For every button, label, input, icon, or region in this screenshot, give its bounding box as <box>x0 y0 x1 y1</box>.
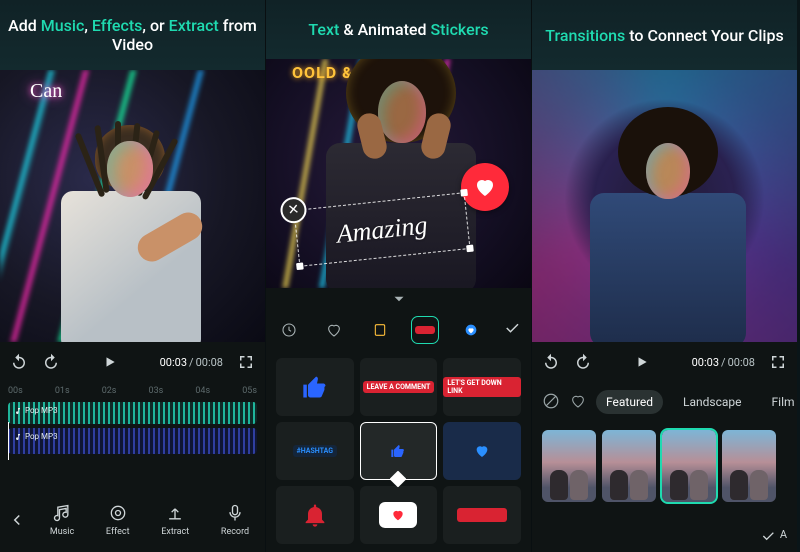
audio-toolbar: Music Effect Extract Record <box>0 488 265 552</box>
transition-thumb[interactable] <box>542 430 596 502</box>
red-badge-icon <box>415 326 435 334</box>
sticker-red-bar[interactable] <box>443 486 521 544</box>
sticker-hashtag[interactable]: #HASHTAG <box>276 422 354 480</box>
sticker-thumbs-up[interactable] <box>276 358 354 416</box>
thumbs-up-icon <box>301 373 329 401</box>
tick: 01s <box>55 386 70 396</box>
preview-area <box>532 70 797 342</box>
badge-text: LET'S GET DOWN LINK <box>443 377 521 397</box>
playback-time: 00:03/00:08 <box>692 356 755 369</box>
tool-music[interactable]: Music <box>50 503 74 537</box>
sticker-tabs <box>266 310 531 350</box>
heart-sticker[interactable] <box>461 163 509 211</box>
panel-stickers: Text & Animated Stickers OOLD & DIA ★★★ … <box>265 0 532 552</box>
transition-thumb[interactable] <box>722 430 776 502</box>
chevron-down-icon[interactable] <box>266 288 531 310</box>
timeline-area: 00s 01s 02s 03s 04s 05s Pop MP3 Pop MP3 … <box>0 382 265 552</box>
category-film[interactable]: Film <box>762 390 800 414</box>
star-icon: ★ <box>416 105 432 126</box>
preview-area: OOLD & DIA ★★★ ✕ Amazing <box>266 59 531 288</box>
tick: 05s <box>242 386 257 396</box>
tool-record[interactable]: Record <box>221 503 249 537</box>
t: to Connect Your Clips <box>625 26 783 45</box>
redo-icon[interactable] <box>42 353 60 371</box>
badge-text: LEAVE A COMMENT <box>363 381 435 393</box>
track-label: Pop MP3 <box>14 432 58 441</box>
undo-icon[interactable] <box>10 353 28 371</box>
fullscreen-icon[interactable] <box>237 353 255 371</box>
badge-text: #HASHTAG <box>293 445 337 457</box>
red-bar-icon <box>457 508 507 522</box>
sticker-grid: LEAVE A COMMENT LET'S GET DOWN LINK #HAS… <box>266 350 531 552</box>
t: Add <box>8 16 41 35</box>
confirm-icon[interactable] <box>503 319 521 341</box>
confirm-row[interactable]: A <box>760 528 787 544</box>
transition-thumb-selected[interactable] <box>662 430 716 502</box>
playback-time: 00:03/00:08 <box>160 356 223 369</box>
neon-bg <box>0 70 265 342</box>
time-ruler: 00s 01s 02s 03s 04s 05s <box>0 382 265 398</box>
kw-transitions: Transitions <box>545 26 625 45</box>
audio-track-2[interactable]: Pop MP3 <box>8 428 257 454</box>
sticker-heart-tab[interactable] <box>443 422 521 480</box>
sticker-bell[interactable] <box>276 486 354 544</box>
playback-controls: 00:03/00:08 <box>0 342 265 382</box>
panel-music-heading: Add Music, Effects, or Extract from Vide… <box>0 0 265 70</box>
category-landscape[interactable]: Landscape <box>673 390 752 414</box>
tool-effect[interactable]: Effect <box>106 503 130 537</box>
panel-transitions: Transitions to Connect Your Clips 00:03/… <box>532 0 797 552</box>
category-featured[interactable]: Featured <box>596 390 663 414</box>
star-icon: ★ <box>386 75 402 96</box>
track-label: Pop MP3 <box>14 406 58 415</box>
tab-pack-2[interactable] <box>412 317 438 343</box>
star-stickers: ★ ★ ★ <box>356 69 436 129</box>
tick: 03s <box>149 386 164 396</box>
t: , <box>84 16 92 35</box>
sticker-badge-1[interactable]: LEAVE A COMMENT <box>360 358 438 416</box>
playback-controls: 00:03/00:08 <box>532 342 797 382</box>
tab-pack-3[interactable] <box>458 317 484 343</box>
favorite-icon[interactable] <box>570 393 586 412</box>
transition-drawer: Featured Landscape Film G A <box>532 382 797 552</box>
t: & Animated <box>339 20 430 39</box>
kw-effects: Effects <box>92 16 143 35</box>
tab-favorite[interactable] <box>321 317 347 343</box>
sticker-badge-2[interactable]: LET'S GET DOWN LINK <box>443 358 521 416</box>
kw-extract: Extract <box>169 16 219 35</box>
kw-text: Text <box>308 20 339 39</box>
chat-icon <box>379 502 417 528</box>
preview-area: Can <box>0 70 265 342</box>
kw-stickers: Stickers <box>430 20 488 39</box>
t: , or <box>142 16 168 35</box>
tick: 02s <box>102 386 117 396</box>
tick: 04s <box>195 386 210 396</box>
transition-thumb[interactable] <box>602 430 656 502</box>
vortex-bg <box>532 70 797 342</box>
back-icon[interactable] <box>0 511 34 529</box>
play-icon[interactable] <box>103 355 117 369</box>
sticker-like-bubble[interactable] <box>360 422 438 480</box>
star-icon: ★ <box>356 99 372 120</box>
tick: 00s <box>8 386 23 396</box>
audio-track-1[interactable]: Pop MP3 <box>8 402 257 424</box>
sticker-drawer: LEAVE A COMMENT LET'S GET DOWN LINK #HAS… <box>266 288 531 552</box>
tool-extract[interactable]: Extract <box>161 503 189 537</box>
kw-music: Music <box>41 16 85 35</box>
play-icon[interactable] <box>635 355 649 369</box>
panel-music: Add Music, Effects, or Extract from Vide… <box>0 0 265 552</box>
none-icon[interactable] <box>542 392 560 413</box>
neon-sign-text: Can <box>30 80 62 103</box>
panel-transitions-heading: Transitions to Connect Your Clips <box>532 0 797 70</box>
transition-thumbs <box>532 422 797 502</box>
undo-icon[interactable] <box>542 353 560 371</box>
panel-stickers-heading: Text & Animated Stickers <box>266 0 531 59</box>
tab-recent[interactable] <box>276 317 302 343</box>
bell-icon <box>301 501 329 529</box>
redo-icon[interactable] <box>574 353 592 371</box>
fullscreen-icon[interactable] <box>769 353 787 371</box>
category-row: Featured Landscape Film G <box>532 382 797 422</box>
sticker-chat-heart[interactable] <box>360 486 438 544</box>
tab-pack-1[interactable] <box>367 317 393 343</box>
